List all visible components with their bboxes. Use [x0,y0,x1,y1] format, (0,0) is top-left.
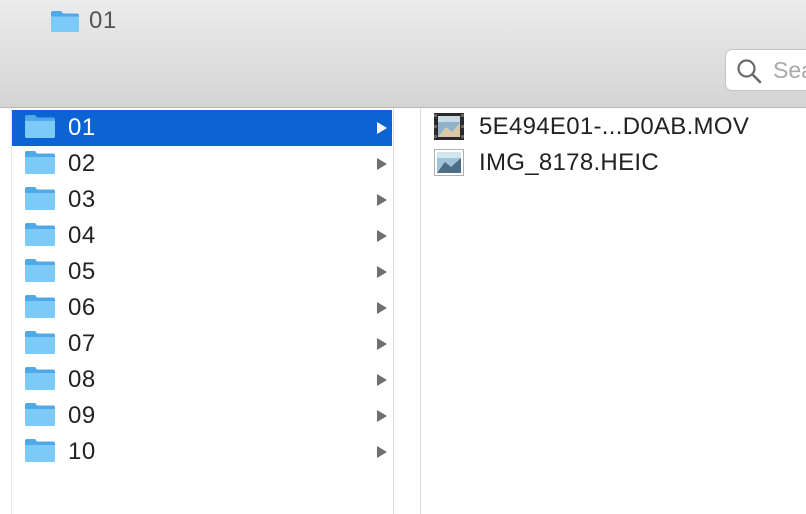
chevron-right-icon[interactable] [376,229,388,243]
magnifier-icon [737,59,762,84]
folder-label: 08 [68,366,96,393]
search-field[interactable]: Search [725,49,806,91]
folder-row-04[interactable]: 04 [12,218,392,254]
search-placeholder: Search [773,57,806,83]
folder-icon [25,115,55,138]
folder-icon [25,151,55,174]
file-row[interactable]: IMG_8178.HEIC [434,146,794,180]
folder-row-06[interactable]: 06 [12,290,392,326]
folder-row-01[interactable]: 01 [12,110,392,146]
image-thumbnail-icon [434,149,464,176]
folder-row-03[interactable]: 03 [12,182,392,218]
folder-label: 01 [68,114,96,141]
folder-icon [25,187,55,210]
chevron-right-icon[interactable] [376,121,388,135]
folder-icon [25,439,55,462]
file-label: 5E494E01-...D0AB.MOV [479,113,750,140]
file-row[interactable]: 5E494E01-...D0AB.MOV [434,110,794,144]
folder-icon [25,403,55,426]
folder-icon [25,259,55,282]
folder-row-08[interactable]: 08 [12,362,392,398]
chevron-right-icon[interactable] [376,337,388,351]
folder-row-07[interactable]: 07 [12,326,392,362]
folder-icon [25,295,55,318]
window-title[interactable]: 01 [50,7,117,35]
folder-row-09[interactable]: 09 [12,398,392,434]
chevron-right-icon[interactable] [376,301,388,315]
chevron-right-icon[interactable] [376,193,388,207]
chevron-right-icon[interactable] [376,265,388,279]
folder-label: 03 [68,186,96,213]
finder-toolbar: 01 Search [0,0,806,108]
folder-icon [25,331,55,354]
window-title-label: 01 [89,7,117,34]
file-label: IMG_8178.HEIC [479,149,659,176]
folder-icon [51,11,79,32]
folder-row-10[interactable]: 10 [12,434,392,470]
column-divider[interactable] [393,108,421,514]
folder-label: 06 [68,294,96,321]
folder-row-05[interactable]: 05 [12,254,392,290]
chevron-right-icon[interactable] [376,157,388,171]
chevron-right-icon[interactable] [376,409,388,423]
chevron-right-icon[interactable] [376,373,388,387]
folder-icon [25,223,55,246]
folder-label: 04 [68,222,96,249]
video-thumbnail-icon [434,113,464,140]
folder-label: 07 [68,330,96,357]
folder-label: 09 [68,402,96,429]
folder-label: 02 [68,150,96,177]
chevron-right-icon[interactable] [376,445,388,459]
folder-label: 05 [68,258,96,285]
folder-label: 10 [68,438,96,465]
folder-icon [25,367,55,390]
folder-row-02[interactable]: 02 [12,146,392,182]
